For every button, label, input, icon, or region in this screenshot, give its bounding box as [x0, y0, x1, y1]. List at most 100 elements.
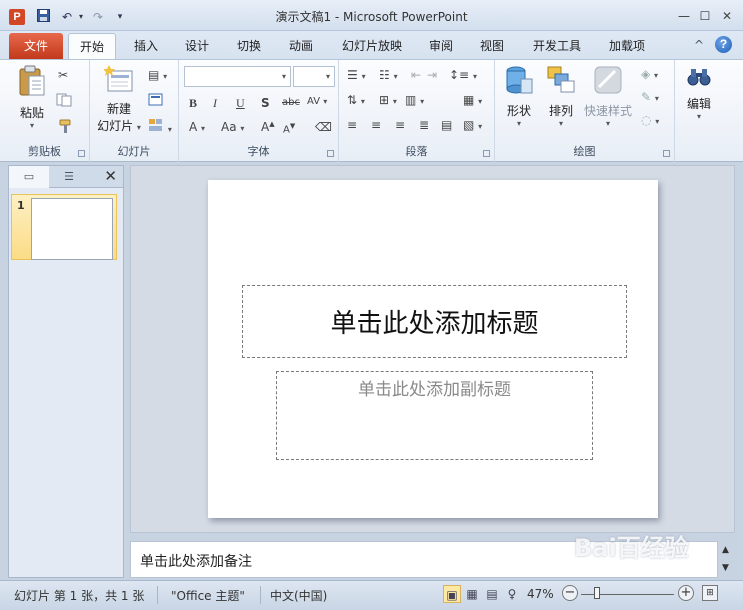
- slide-thumbnail-row[interactable]: 1: [11, 194, 117, 260]
- align-text-icon[interactable]: ⊞ ▾: [379, 93, 397, 107]
- new-slide-label-1: 新建: [106, 102, 131, 116]
- strikethrough-button[interactable]: abc: [282, 97, 300, 108]
- line-spacing-icon[interactable]: ↕≡ ▾: [449, 68, 477, 82]
- character-spacing-button[interactable]: AV ▾: [307, 96, 327, 107]
- paste-dropdown-icon: ▾: [29, 121, 34, 130]
- reset-slide-icon[interactable]: [148, 93, 164, 110]
- scroll-up-icon[interactable]: ▲: [722, 545, 729, 555]
- tab-file[interactable]: 文件: [9, 33, 63, 59]
- normal-view-icon[interactable]: ▣: [443, 585, 461, 603]
- binoculars-icon: [687, 69, 711, 86]
- zoom-in-button[interactable]: +: [678, 585, 694, 601]
- quick-styles-button[interactable]: 快速样式 ▾: [581, 65, 635, 128]
- tab-addins[interactable]: 加载项: [603, 33, 651, 59]
- tab-view[interactable]: 视图: [472, 33, 512, 59]
- bold-button[interactable]: B: [189, 96, 197, 111]
- columns-icon[interactable]: ▥ ▾: [405, 93, 424, 107]
- align-right-icon[interactable]: ≡: [395, 118, 405, 132]
- new-slide-button[interactable]: 新建 幻灯片 ▾: [96, 65, 142, 134]
- align-center-icon[interactable]: ≡: [371, 118, 381, 132]
- shape-fill-icon[interactable]: ◈ ▾: [641, 67, 658, 81]
- bullets-icon[interactable]: ☰ ▾: [347, 68, 366, 82]
- shrink-font-button[interactable]: A▼: [283, 122, 295, 135]
- format-painter-icon[interactable]: [58, 118, 74, 137]
- slide-sorter-view-icon[interactable]: ▦: [463, 585, 481, 603]
- slide-editing-area: 单击此处添加标题 单击此处添加副标题: [130, 165, 735, 533]
- minimize-ribbon-icon[interactable]: ^: [694, 38, 704, 52]
- shapes-button[interactable]: 形状 ▾: [501, 65, 537, 128]
- paste-button[interactable]: 粘贴 ▾: [12, 65, 52, 130]
- paste-label: 粘贴: [19, 106, 44, 120]
- slide-thumbnail[interactable]: [31, 198, 113, 260]
- fit-to-window-icon[interactable]: ⊞: [702, 585, 718, 601]
- layout-icon[interactable]: ▤ ▾: [148, 68, 167, 82]
- zoom-slider-thumb[interactable]: [594, 587, 600, 599]
- copy-icon[interactable]: [56, 93, 74, 110]
- zoom-out-button[interactable]: −: [562, 585, 578, 601]
- shape-effects-icon[interactable]: ◌ ▾: [641, 113, 659, 127]
- reading-view-icon[interactable]: ▤: [483, 585, 501, 603]
- help-icon[interactable]: ?: [715, 36, 732, 53]
- zoom-level[interactable]: 47%: [527, 587, 554, 601]
- close-pane-icon[interactable]: ✕: [104, 167, 117, 185]
- tab-transitions[interactable]: 切换: [229, 33, 269, 59]
- baidu-watermark-url: jingyan.baidu.com: [608, 557, 701, 568]
- tab-slides-thumbnails[interactable]: ▭: [9, 166, 49, 188]
- close-button[interactable]: ✕: [716, 9, 738, 25]
- editing-button[interactable]: 编辑 ▾: [681, 66, 717, 121]
- minimize-button[interactable]: —: [673, 9, 695, 25]
- font-launcher-icon[interactable]: [327, 150, 334, 157]
- tab-home[interactable]: 开始: [68, 33, 116, 59]
- tab-insert[interactable]: 插入: [126, 33, 166, 59]
- subtitle-placeholder[interactable]: 单击此处添加副标题: [276, 371, 593, 460]
- text-direction-icon[interactable]: ⇅ ▾: [347, 93, 365, 107]
- drawing-group-label: 绘图: [573, 145, 596, 158]
- paste-icon: [19, 65, 45, 96]
- font-name-select[interactable]: ▾: [184, 66, 291, 87]
- tab-design[interactable]: 设计: [177, 33, 217, 59]
- distribute-icon[interactable]: ▤: [441, 118, 452, 132]
- grow-font-button[interactable]: A▲: [261, 120, 275, 134]
- scroll-down-icon[interactable]: ▼: [722, 563, 729, 573]
- group-paragraph: ☰ ▾ ☷ ▾ ⇤ ⇥ ↕≡ ▾ ⇅ ▾ ⊞ ▾ ▥ ▾ ▦ ▾ ≡ ≡ ≡ ≣…: [339, 60, 495, 162]
- arrange-button[interactable]: 排列 ▾: [543, 65, 579, 128]
- arrange-icon: [547, 66, 575, 93]
- columns-layout-icon[interactable]: ▧ ▾: [463, 118, 482, 132]
- maximize-button[interactable]: ☐: [694, 9, 716, 25]
- slideshow-view-icon[interactable]: ♀: [503, 585, 521, 603]
- font-size-select[interactable]: ▾: [293, 66, 335, 87]
- cut-icon[interactable]: ✂: [58, 68, 68, 82]
- justify-icon[interactable]: ≣: [419, 118, 429, 132]
- clear-formatting-icon[interactable]: ⌫: [315, 120, 332, 134]
- underline-button[interactable]: U: [236, 96, 245, 111]
- shape-outline-icon[interactable]: ✎ ▾: [641, 90, 659, 104]
- clipboard-launcher-icon[interactable]: [78, 150, 85, 157]
- theme-status[interactable]: "Office 主题": [171, 587, 245, 604]
- tab-outline[interactable]: ☰: [49, 166, 89, 188]
- numbering-icon[interactable]: ☷ ▾: [379, 68, 398, 82]
- ribbon-tab-row: 文件 开始 插入 设计 切换 动画 幻灯片放映 审阅 视图 开发工具 加载项 ^…: [0, 31, 743, 59]
- change-case-button[interactable]: Aa ▾: [221, 120, 244, 134]
- group-editing: 编辑 ▾: [675, 60, 723, 162]
- quick-styles-label: 快速样式: [583, 104, 632, 118]
- ribbon: 粘贴 ▾ ✂ 剪贴板 新建 幻灯片 ▾ ▤ ▾ ▾ 幻灯片 ▾ ▾ B I U …: [0, 59, 743, 162]
- clipboard-group-label: 剪贴板: [28, 145, 61, 158]
- section-icon[interactable]: ▾: [148, 118, 172, 135]
- tab-slideshow[interactable]: 幻灯片放映: [334, 33, 410, 59]
- shadow-button[interactable]: S: [261, 96, 270, 110]
- tab-review[interactable]: 审阅: [421, 33, 461, 59]
- align-left-icon[interactable]: ≡: [347, 118, 357, 132]
- language-status[interactable]: 中文(中国): [270, 587, 327, 604]
- slide-count-status: 幻灯片 第 1 张，共 1 张: [14, 589, 145, 603]
- italic-button[interactable]: I: [213, 96, 217, 111]
- tab-animations[interactable]: 动画: [281, 33, 321, 59]
- drawing-launcher-icon[interactable]: [663, 150, 670, 157]
- decrease-indent-icon[interactable]: ⇤: [411, 68, 421, 82]
- increase-indent-icon[interactable]: ⇥: [427, 68, 437, 82]
- smartart-icon[interactable]: ▦ ▾: [463, 93, 482, 107]
- font-color-button[interactable]: A ▾: [189, 120, 205, 134]
- paragraph-launcher-icon[interactable]: [483, 150, 490, 157]
- slide-canvas[interactable]: 单击此处添加标题 单击此处添加副标题: [208, 180, 658, 518]
- title-placeholder[interactable]: 单击此处添加标题: [242, 285, 627, 358]
- tab-developer[interactable]: 开发工具: [527, 33, 587, 59]
